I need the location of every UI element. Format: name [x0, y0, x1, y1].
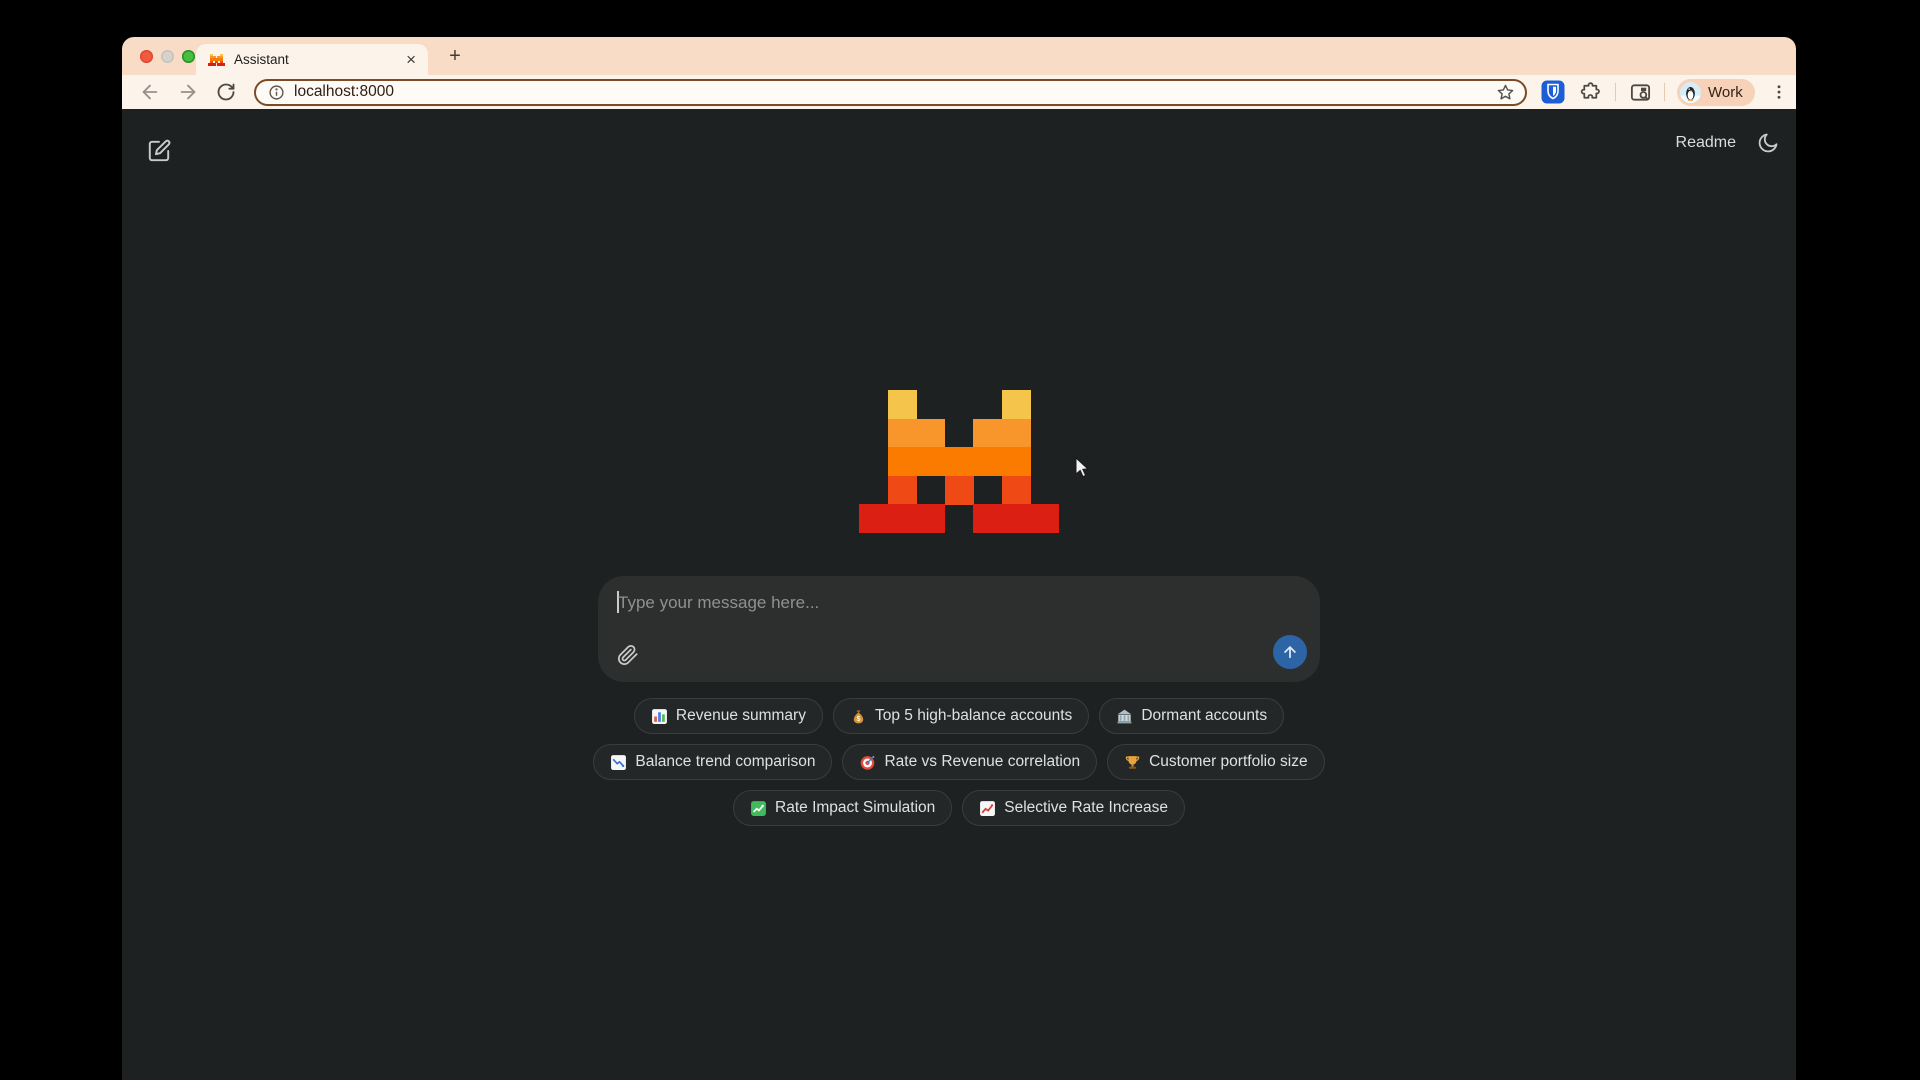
- reload-icon[interactable]: [214, 80, 238, 104]
- tab-search-panel-icon[interactable]: [1628, 80, 1652, 104]
- browser-window: Assistant × + localhost:8000: [122, 37, 1796, 1080]
- back-icon[interactable]: [138, 80, 162, 104]
- message-input[interactable]: [618, 588, 1278, 618]
- logo-block: [859, 504, 945, 533]
- toolbar-divider: [1615, 83, 1616, 101]
- suggestion-chip[interactable]: Revenue summary: [634, 698, 823, 734]
- chip-row: Balance trend comparison Rate vs Revenue …: [122, 744, 1796, 780]
- suggestion-chips: Revenue summary $ Top 5 high-balance accou…: [122, 698, 1796, 826]
- suggestion-chip[interactable]: Customer portfolio size: [1107, 744, 1325, 780]
- chart-up-icon: [979, 800, 996, 817]
- url-bar[interactable]: localhost:8000: [254, 79, 1527, 106]
- logo-block: [945, 476, 974, 505]
- trophy-icon: [1124, 754, 1141, 771]
- browser-toolbar: localhost:8000 Work: [122, 75, 1796, 109]
- suggestion-chip[interactable]: Balance trend comparison: [593, 744, 832, 780]
- forward-icon[interactable]: [176, 80, 200, 104]
- chip-label: Top 5 high-balance accounts: [875, 707, 1072, 725]
- chip-row: Revenue summary $ Top 5 high-balance accou…: [122, 698, 1796, 734]
- logo-block: [973, 419, 1031, 448]
- chip-label: Customer portfolio size: [1149, 753, 1308, 771]
- tab-title: Assistant: [234, 52, 404, 67]
- message-input-container: [598, 576, 1320, 682]
- toolbar-divider: [1664, 83, 1665, 101]
- moon-icon: [1756, 131, 1780, 155]
- attach-file-button[interactable]: [614, 641, 642, 669]
- arrow-up-icon: [1281, 643, 1299, 661]
- target-icon: [859, 754, 876, 771]
- paperclip-icon: [617, 644, 639, 666]
- chart-down-icon: [610, 754, 627, 771]
- profile-button[interactable]: Work: [1677, 79, 1755, 106]
- new-chat-button[interactable]: [143, 135, 175, 167]
- suggestion-chip[interactable]: $ Top 5 high-balance accounts: [833, 698, 1089, 734]
- chip-label: Dormant accounts: [1141, 707, 1267, 725]
- logo-block: [217, 63, 225, 66]
- window-controls: [140, 50, 195, 63]
- money-bag-icon: $: [850, 708, 867, 725]
- bank-icon: [1116, 708, 1133, 725]
- logo-block: [973, 504, 1059, 533]
- minimize-window-button[interactable]: [161, 50, 174, 63]
- logo-block: [888, 476, 917, 505]
- send-button[interactable]: [1273, 635, 1307, 669]
- zoom-window-button[interactable]: [182, 50, 195, 63]
- suggestion-chip[interactable]: Dormant accounts: [1099, 698, 1284, 734]
- chip-label: Rate Impact Simulation: [775, 799, 935, 817]
- logo-block: [888, 390, 917, 419]
- new-tab-button[interactable]: +: [442, 43, 468, 69]
- chip-label: Rate vs Revenue correlation: [884, 753, 1080, 771]
- screenshot-root: Assistant × + localhost:8000: [0, 0, 1920, 1080]
- page-content: Readme Revenue summary$Top 5 high-: [122, 109, 1796, 1080]
- profile-name: Work: [1708, 84, 1743, 101]
- chip-label: Selective Rate Increase: [1004, 799, 1168, 817]
- logo-block: [888, 447, 1031, 476]
- suggestion-chip[interactable]: Rate vs Revenue correlation: [842, 744, 1097, 780]
- compose-icon: [146, 138, 172, 164]
- bitwarden-extension-icon[interactable]: [1541, 80, 1565, 104]
- logo-block: [1002, 390, 1031, 419]
- close-window-button[interactable]: [140, 50, 153, 63]
- app-logo-m-pixel: [859, 390, 1059, 533]
- suggestion-chip[interactable]: Selective Rate Increase: [962, 790, 1185, 826]
- mouse-cursor: [1075, 457, 1091, 479]
- profile-avatar: [1680, 82, 1701, 103]
- browser-menu-icon[interactable]: [1767, 80, 1791, 104]
- chip-label: Balance trend comparison: [635, 753, 815, 771]
- chip-row: Rate Impact Simulation Selective Rate Inc…: [122, 790, 1796, 826]
- page-topbar-right: Readme: [1676, 131, 1780, 155]
- logo-block: [208, 63, 216, 66]
- url-text[interactable]: localhost:8000: [294, 83, 394, 101]
- browser-tab[interactable]: Assistant ×: [196, 44, 428, 75]
- bar-chart-icon: [651, 708, 668, 725]
- tab-strip: Assistant × +: [122, 37, 1796, 75]
- tab-favicon-m-logo-icon: [208, 54, 225, 66]
- suggestion-chip[interactable]: Rate Impact Simulation: [733, 790, 952, 826]
- logo-block: [1002, 476, 1031, 505]
- dark-mode-toggle[interactable]: [1756, 131, 1780, 155]
- svg-text:$: $: [857, 716, 861, 723]
- tab-close-icon[interactable]: ×: [404, 51, 418, 68]
- site-info-icon[interactable]: [268, 84, 285, 101]
- logo-block: [888, 419, 946, 448]
- chart-up-green-icon: [750, 800, 767, 817]
- readme-link[interactable]: Readme: [1676, 134, 1736, 152]
- extensions-puzzle-icon[interactable]: [1579, 80, 1603, 104]
- chip-label: Revenue summary: [676, 707, 806, 725]
- bookmark-star-icon[interactable]: [1496, 83, 1515, 102]
